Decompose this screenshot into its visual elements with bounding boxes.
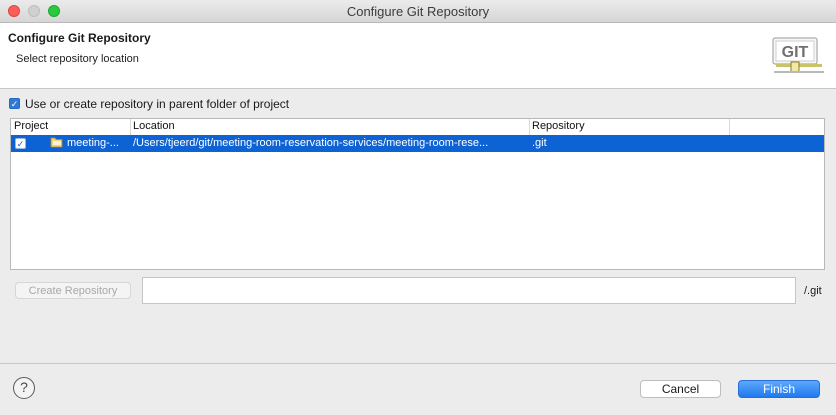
- window-title: Configure Git Repository: [346, 4, 490, 19]
- row-checkbox[interactable]: ✓: [15, 138, 26, 149]
- column-header-location[interactable]: Location: [133, 120, 175, 132]
- finish-button[interactable]: Finish: [738, 380, 820, 398]
- use-parent-repo-label: Use or create repository in parent folde…: [25, 97, 290, 111]
- git-logo-icon: GIT: [772, 36, 826, 78]
- git-suffix-label: /.git: [804, 285, 822, 297]
- column-divider: [529, 119, 530, 135]
- create-repository-button[interactable]: Create Repository: [15, 282, 131, 299]
- table-header: Project Location Repository: [11, 119, 824, 136]
- use-parent-repo-checkbox[interactable]: ✓: [9, 98, 20, 109]
- cancel-button[interactable]: Cancel: [640, 380, 721, 398]
- page-title: Configure Git Repository: [8, 31, 151, 45]
- column-divider: [130, 119, 131, 135]
- row-project: meeting-...: [67, 137, 119, 149]
- repository-path-input[interactable]: [142, 277, 796, 304]
- projects-table: Project Location Repository ✓ meeting-..…: [10, 118, 825, 270]
- table-row[interactable]: ✓ meeting-... /Users/tjeerd/git/meeting-…: [11, 135, 824, 152]
- row-location: /Users/tjeerd/git/meeting-room-reservati…: [133, 137, 489, 149]
- column-header-repository[interactable]: Repository: [532, 120, 585, 132]
- column-header-project[interactable]: Project: [14, 120, 48, 132]
- title-bar: Configure Git Repository: [0, 0, 836, 23]
- folder-icon: [50, 136, 64, 151]
- wizard-header: Configure Git Repository Select reposito…: [0, 23, 836, 89]
- page-subtitle: Select repository location: [16, 53, 139, 65]
- git-logo-text: GIT: [782, 44, 809, 61]
- row-repository: .git: [532, 137, 547, 149]
- column-divider: [729, 119, 730, 135]
- footer-divider: [0, 363, 836, 364]
- help-icon[interactable]: ?: [13, 377, 35, 399]
